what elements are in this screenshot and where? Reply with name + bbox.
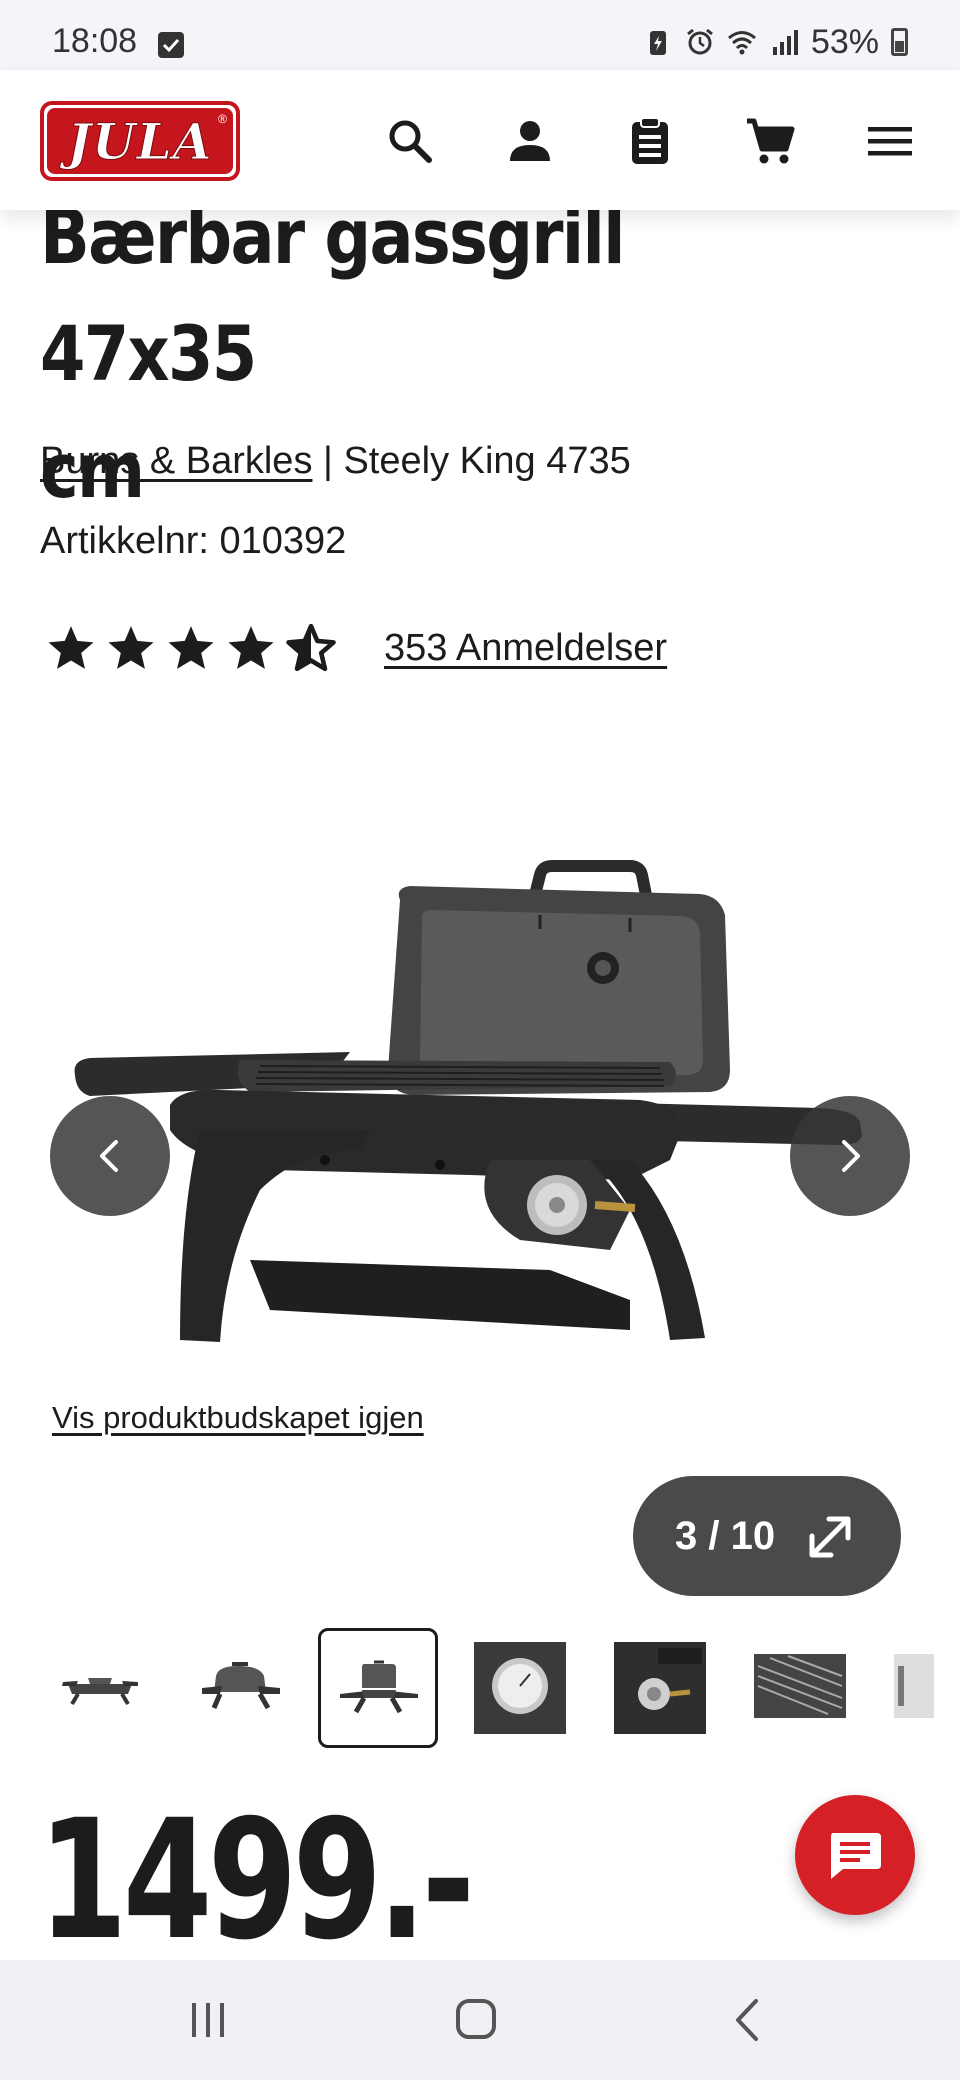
product-title-line-1: Bærbar gassgrill 47x35 bbox=[40, 192, 626, 398]
product-image-grill bbox=[74, 860, 862, 1342]
star-half-icon bbox=[286, 623, 336, 672]
status-icons: 53% bbox=[643, 22, 908, 62]
thumbnail-grill-side[interactable] bbox=[40, 1628, 160, 1748]
back-icon[interactable] bbox=[718, 1995, 778, 2045]
thumbnail-grill-open[interactable] bbox=[318, 1628, 438, 1748]
gallery-previous-button[interactable] bbox=[50, 1096, 170, 1216]
thumbnail-strip bbox=[0, 1620, 960, 1750]
reviews-link[interactable]: 353 Anmeldelser bbox=[384, 627, 667, 670]
thumbnail-grill-closed[interactable] bbox=[180, 1628, 300, 1748]
product-price: 1499.- bbox=[38, 1784, 475, 1976]
wifi-icon bbox=[727, 31, 756, 55]
site-header: JULA ® bbox=[0, 70, 960, 210]
product-image-gallery[interactable]: Vis produktbudskapet igjen 3 / 10 bbox=[0, 760, 960, 1630]
chevron-right-icon bbox=[842, 1140, 860, 1172]
gallery-next-button[interactable] bbox=[790, 1096, 910, 1216]
replay-product-message-link[interactable]: Vis produktbudskapet igjen bbox=[52, 1400, 424, 1436]
logo-registered-mark: ® bbox=[218, 112, 227, 126]
checkbox-notification-icon bbox=[158, 32, 184, 58]
shopping-list-icon[interactable] bbox=[624, 115, 676, 167]
star-full-icon bbox=[108, 626, 154, 669]
signal-icon bbox=[772, 30, 798, 55]
model-name: Steely King 4735 bbox=[343, 440, 631, 482]
star-full-icon bbox=[48, 626, 94, 669]
gallery-counter: 3 / 10 bbox=[675, 1514, 776, 1558]
battery-saver-icon bbox=[649, 31, 666, 55]
thumbnail-grate-closeup[interactable] bbox=[740, 1628, 860, 1748]
chevron-left-icon bbox=[100, 1140, 118, 1172]
brand-model-line: Burns & Barkles | Steely King 4735 bbox=[40, 440, 631, 483]
android-navigation-bar bbox=[0, 1960, 960, 2080]
star-full-icon bbox=[168, 626, 214, 669]
search-icon[interactable] bbox=[384, 115, 436, 167]
thumbnail-control-knob[interactable] bbox=[600, 1628, 720, 1748]
thumbnail-more[interactable] bbox=[880, 1628, 960, 1748]
brand-separator: | bbox=[312, 440, 344, 482]
recents-icon[interactable] bbox=[178, 1995, 238, 2045]
logo-text: JULA bbox=[67, 111, 213, 171]
chat-button[interactable] bbox=[795, 1795, 915, 1915]
cart-icon[interactable] bbox=[744, 115, 796, 167]
gallery-counter-fullscreen-button[interactable]: 3 / 10 bbox=[633, 1476, 901, 1596]
menu-icon[interactable] bbox=[864, 115, 916, 167]
article-number: Artikkelnr: 010392 bbox=[40, 520, 347, 562]
logo-badge: JULA ® bbox=[47, 108, 233, 174]
star-full-icon bbox=[228, 626, 274, 669]
status-bar: 18:08 53% bbox=[0, 0, 960, 70]
thumbnail-thermometer[interactable] bbox=[460, 1628, 580, 1748]
battery-icon bbox=[891, 28, 908, 56]
status-time: 18:08 bbox=[52, 22, 138, 60]
alarm-icon bbox=[687, 28, 713, 55]
account-icon[interactable] bbox=[504, 115, 556, 167]
chat-icon bbox=[831, 1833, 881, 1879]
home-icon[interactable] bbox=[446, 1995, 506, 2045]
expand-icon bbox=[809, 1516, 851, 1558]
brand-link[interactable]: Burns & Barkles bbox=[40, 440, 312, 482]
rating-stars[interactable]: 353 Anmeldelser bbox=[46, 620, 667, 676]
battery-percentage: 53% bbox=[810, 22, 879, 61]
jula-logo[interactable]: JULA ® bbox=[40, 101, 240, 181]
